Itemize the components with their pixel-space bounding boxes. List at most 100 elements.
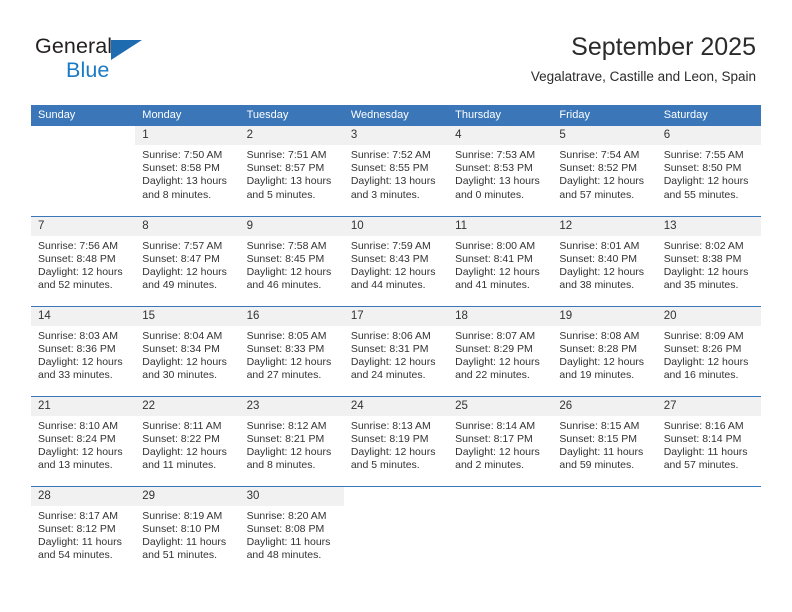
calendar-day-cell[interactable]: 5 Sunrise: 7:54 AM Sunset: 8:52 PM Daylight… xyxy=(552,126,657,216)
day-details: Sunrise: 8:20 AM Sunset: 8:08 PM Daylight:… xyxy=(240,506,344,563)
calendar-day-cell[interactable]: 30 Sunrise: 8:20 AM Sunset: 8:08 PM Dayligh… xyxy=(239,485,344,577)
calendar-day-cell[interactable]: 27 Sunrise: 8:16 AM Sunset: 8:14 PM Dayligh… xyxy=(656,395,761,486)
day-cell-inner: 29 Sunrise: 8:19 AM Sunset: 8:10 PM Dayligh… xyxy=(135,486,240,577)
calendar-page: General Blue September 2025 Vegalatrave,… xyxy=(0,0,792,612)
daylight-text-line1: Daylight: 12 hours xyxy=(559,265,645,278)
calendar-day-cell[interactable]: 24 Sunrise: 8:13 AM Sunset: 8:19 PM Dayligh… xyxy=(343,395,449,486)
daylight-text-line1: Daylight: 12 hours xyxy=(246,355,332,368)
day-cell-inner xyxy=(656,486,761,577)
day-cell-inner: 3 Sunrise: 7:52 AM Sunset: 8:55 PM Daylight… xyxy=(343,126,449,216)
day-number: 3 xyxy=(343,126,449,145)
calendar-day-cell[interactable]: 22 Sunrise: 8:11 AM Sunset: 8:22 PM Dayligh… xyxy=(135,395,240,486)
day-cell-inner: 13 Sunrise: 8:02 AM Sunset: 8:38 PM Dayligh… xyxy=(656,216,761,306)
sunset-text: Sunset: 8:57 PM xyxy=(246,162,325,175)
calendar-day-cell[interactable]: 29 Sunrise: 8:19 AM Sunset: 8:10 PM Dayligh… xyxy=(135,485,240,577)
day-number: 18 xyxy=(448,306,553,326)
generalblue-logo[interactable]: General Blue xyxy=(35,33,215,85)
calendar-day-cell[interactable]: 15 Sunrise: 8:04 AM Sunset: 8:34 PM Dayligh… xyxy=(135,305,240,396)
page-title: September 2025 xyxy=(571,33,756,61)
day-details: Sunrise: 8:02 AM Sunset: 8:38 PM Daylight:… xyxy=(657,236,761,293)
calendar-day-cell[interactable]: 23 Sunrise: 8:12 AM Sunset: 8:21 PM Dayligh… xyxy=(239,395,344,486)
calendar-day-cell[interactable]: 13 Sunrise: 8:02 AM Sunset: 8:38 PM Dayligh… xyxy=(656,215,761,306)
calendar-day-cell[interactable]: 28 Sunrise: 8:17 AM Sunset: 8:12 PM Dayligh… xyxy=(31,485,136,576)
calendar-body: 1 Sunrise: 7:50 AM Sunset: 8:58 PM Daylight… xyxy=(31,126,761,576)
calendar-day-cell[interactable]: 6 Sunrise: 7:55 AM Sunset: 8:50 PM Daylight… xyxy=(656,126,761,216)
sunset-text: Sunset: 8:33 PM xyxy=(246,342,325,355)
day-number: 1 xyxy=(135,126,240,145)
daylight-text-line2: and 19 minutes. xyxy=(559,369,635,382)
page-header: General Blue September 2025 Vegalatrave,… xyxy=(0,0,792,100)
day-cell-inner: 25 Sunrise: 8:14 AM Sunset: 8:17 PM Dayligh… xyxy=(448,396,553,486)
sunset-text: Sunset: 8:24 PM xyxy=(38,432,116,445)
sunset-text: Sunset: 8:47 PM xyxy=(142,252,220,265)
calendar-day-cell[interactable]: 12 Sunrise: 8:01 AM Sunset: 8:40 PM Dayligh… xyxy=(552,215,657,306)
sunset-text: Sunset: 8:10 PM xyxy=(142,522,220,535)
day-number xyxy=(343,486,449,506)
day-details: Sunrise: 8:07 AM Sunset: 8:29 PM Daylight:… xyxy=(448,326,552,383)
calendar-week-row: 1 Sunrise: 7:50 AM Sunset: 8:58 PM Daylight… xyxy=(31,126,761,216)
calendar-day-cell[interactable]: 1 Sunrise: 7:50 AM Sunset: 8:58 PM Daylight… xyxy=(135,126,240,216)
calendar-day-cell[interactable]: 20 Sunrise: 8:09 AM Sunset: 8:26 PM Dayligh… xyxy=(656,305,761,396)
day-cell-inner: 16 Sunrise: 8:05 AM Sunset: 8:33 PM Dayligh… xyxy=(239,306,344,396)
day-number: 25 xyxy=(448,396,553,416)
day-number: 26 xyxy=(552,396,657,416)
daylight-text-line2: and 30 minutes. xyxy=(142,369,217,382)
calendar-day-cell[interactable]: 2 Sunrise: 7:51 AM Sunset: 8:57 PM Daylight… xyxy=(239,126,344,216)
day-cell-inner: 21 Sunrise: 8:10 AM Sunset: 8:24 PM Dayligh… xyxy=(31,396,136,486)
logo-triangle-icon xyxy=(111,40,142,60)
sunset-text: Sunset: 8:19 PM xyxy=(350,432,429,445)
calendar-day-cell[interactable]: 4 Sunrise: 7:53 AM Sunset: 8:53 PM Daylight… xyxy=(448,126,553,216)
daylight-text-line2: and 24 minutes. xyxy=(350,369,426,382)
weekday-header-thursday: Thursday xyxy=(448,105,553,126)
day-cell-inner: 30 Sunrise: 8:20 AM Sunset: 8:08 PM Dayligh… xyxy=(239,486,344,577)
sunrise-text: Sunrise: 8:04 AM xyxy=(142,329,223,342)
day-number: 30 xyxy=(239,486,344,506)
calendar-day-cell[interactable]: 8 Sunrise: 7:57 AM Sunset: 8:47 PM Daylight… xyxy=(135,215,240,306)
sunrise-text: Sunrise: 8:19 AM xyxy=(142,509,223,522)
sunrise-text: Sunrise: 8:11 AM xyxy=(142,419,222,432)
calendar-day-cell[interactable]: 7 Sunrise: 7:56 AM Sunset: 8:48 PM Daylight… xyxy=(31,215,136,306)
sunrise-text: Sunrise: 7:57 AM xyxy=(142,239,223,252)
day-details: Sunrise: 7:53 AM Sunset: 8:53 PM Daylight:… xyxy=(448,145,552,202)
calendar-day-cell[interactable]: 19 Sunrise: 8:08 AM Sunset: 8:28 PM Dayligh… xyxy=(552,305,657,396)
daylight-text-line2: and 51 minutes. xyxy=(142,549,217,562)
calendar-day-cell[interactable]: 17 Sunrise: 8:06 AM Sunset: 8:31 PM Dayligh… xyxy=(343,305,449,396)
calendar-day-cell[interactable]: 14 Sunrise: 8:03 AM Sunset: 8:36 PM Dayligh… xyxy=(31,305,136,396)
sunset-text: Sunset: 8:53 PM xyxy=(455,162,533,175)
day-details: Sunrise: 7:55 AM Sunset: 8:50 PM Daylight:… xyxy=(657,145,761,202)
calendar-day-cell[interactable]: 25 Sunrise: 8:14 AM Sunset: 8:17 PM Dayligh… xyxy=(448,395,553,486)
day-details: Sunrise: 8:17 AM Sunset: 8:12 PM Daylight:… xyxy=(31,506,135,563)
daylight-text-line1: Daylight: 13 hours xyxy=(350,175,436,188)
calendar-day-cell[interactable]: 16 Sunrise: 8:05 AM Sunset: 8:33 PM Dayligh… xyxy=(239,305,344,396)
daylight-text-line2: and 5 minutes. xyxy=(246,188,316,201)
day-cell-inner: 7 Sunrise: 7:56 AM Sunset: 8:48 PM Daylight… xyxy=(31,216,136,306)
calendar-week-row: 14 Sunrise: 8:03 AM Sunset: 8:36 PM Dayligh… xyxy=(31,305,761,396)
day-cell-inner: 11 Sunrise: 8:00 AM Sunset: 8:41 PM Dayligh… xyxy=(448,216,553,306)
calendar-week-row: 28 Sunrise: 8:17 AM Sunset: 8:12 PM Dayligh… xyxy=(31,485,761,577)
sunset-text: Sunset: 8:15 PM xyxy=(559,432,638,445)
sunset-text: Sunset: 8:29 PM xyxy=(455,342,533,355)
day-number xyxy=(448,486,553,506)
sunrise-text: Sunrise: 7:50 AM xyxy=(142,149,223,161)
calendar-day-cell[interactable]: 11 Sunrise: 8:00 AM Sunset: 8:41 PM Dayligh… xyxy=(448,215,553,306)
day-cell-inner: 8 Sunrise: 7:57 AM Sunset: 8:47 PM Daylight… xyxy=(135,216,240,306)
calendar-day-cell[interactable]: 10 Sunrise: 7:59 AM Sunset: 8:43 PM Dayligh… xyxy=(343,215,449,306)
sunset-text: Sunset: 8:22 PM xyxy=(142,432,220,445)
daylight-text-line2: and 22 minutes. xyxy=(455,369,530,382)
day-details: Sunrise: 8:05 AM Sunset: 8:33 PM Daylight:… xyxy=(240,326,344,383)
daylight-text-line1: Daylight: 12 hours xyxy=(350,445,436,458)
weekday-header-tuesday: Tuesday xyxy=(239,105,344,126)
calendar-day-cell[interactable]: 9 Sunrise: 7:58 AM Sunset: 8:45 PM Daylight… xyxy=(239,215,344,306)
calendar-header-row: Sunday Monday Tuesday Wednesday Thursday Frid… xyxy=(31,105,761,126)
calendar-day-cell[interactable]: 21 Sunrise: 8:10 AM Sunset: 8:24 PM Dayligh… xyxy=(31,395,136,486)
day-cell-inner: 4 Sunrise: 7:53 AM Sunset: 8:53 PM Daylight… xyxy=(448,126,553,216)
calendar-day-cell[interactable]: 3 Sunrise: 7:52 AM Sunset: 8:55 PM Daylight… xyxy=(343,126,449,216)
calendar-day-cell[interactable]: 26 Sunrise: 8:15 AM Sunset: 8:15 PM Dayligh… xyxy=(552,395,657,486)
sunrise-text: Sunrise: 8:06 AM xyxy=(350,329,431,342)
calendar-week-row: 21 Sunrise: 8:10 AM Sunset: 8:24 PM Dayligh… xyxy=(31,395,761,486)
day-details: Sunrise: 8:13 AM Sunset: 8:19 PM Daylight:… xyxy=(344,416,448,473)
day-details: Sunrise: 7:52 AM Sunset: 8:55 PM Daylight:… xyxy=(344,145,448,202)
day-details: Sunrise: 7:56 AM Sunset: 8:48 PM Daylight:… xyxy=(31,236,135,293)
calendar-day-cell[interactable]: 18 Sunrise: 8:07 AM Sunset: 8:29 PM Dayligh… xyxy=(448,305,553,396)
daylight-text-line2: and 44 minutes. xyxy=(350,279,426,292)
